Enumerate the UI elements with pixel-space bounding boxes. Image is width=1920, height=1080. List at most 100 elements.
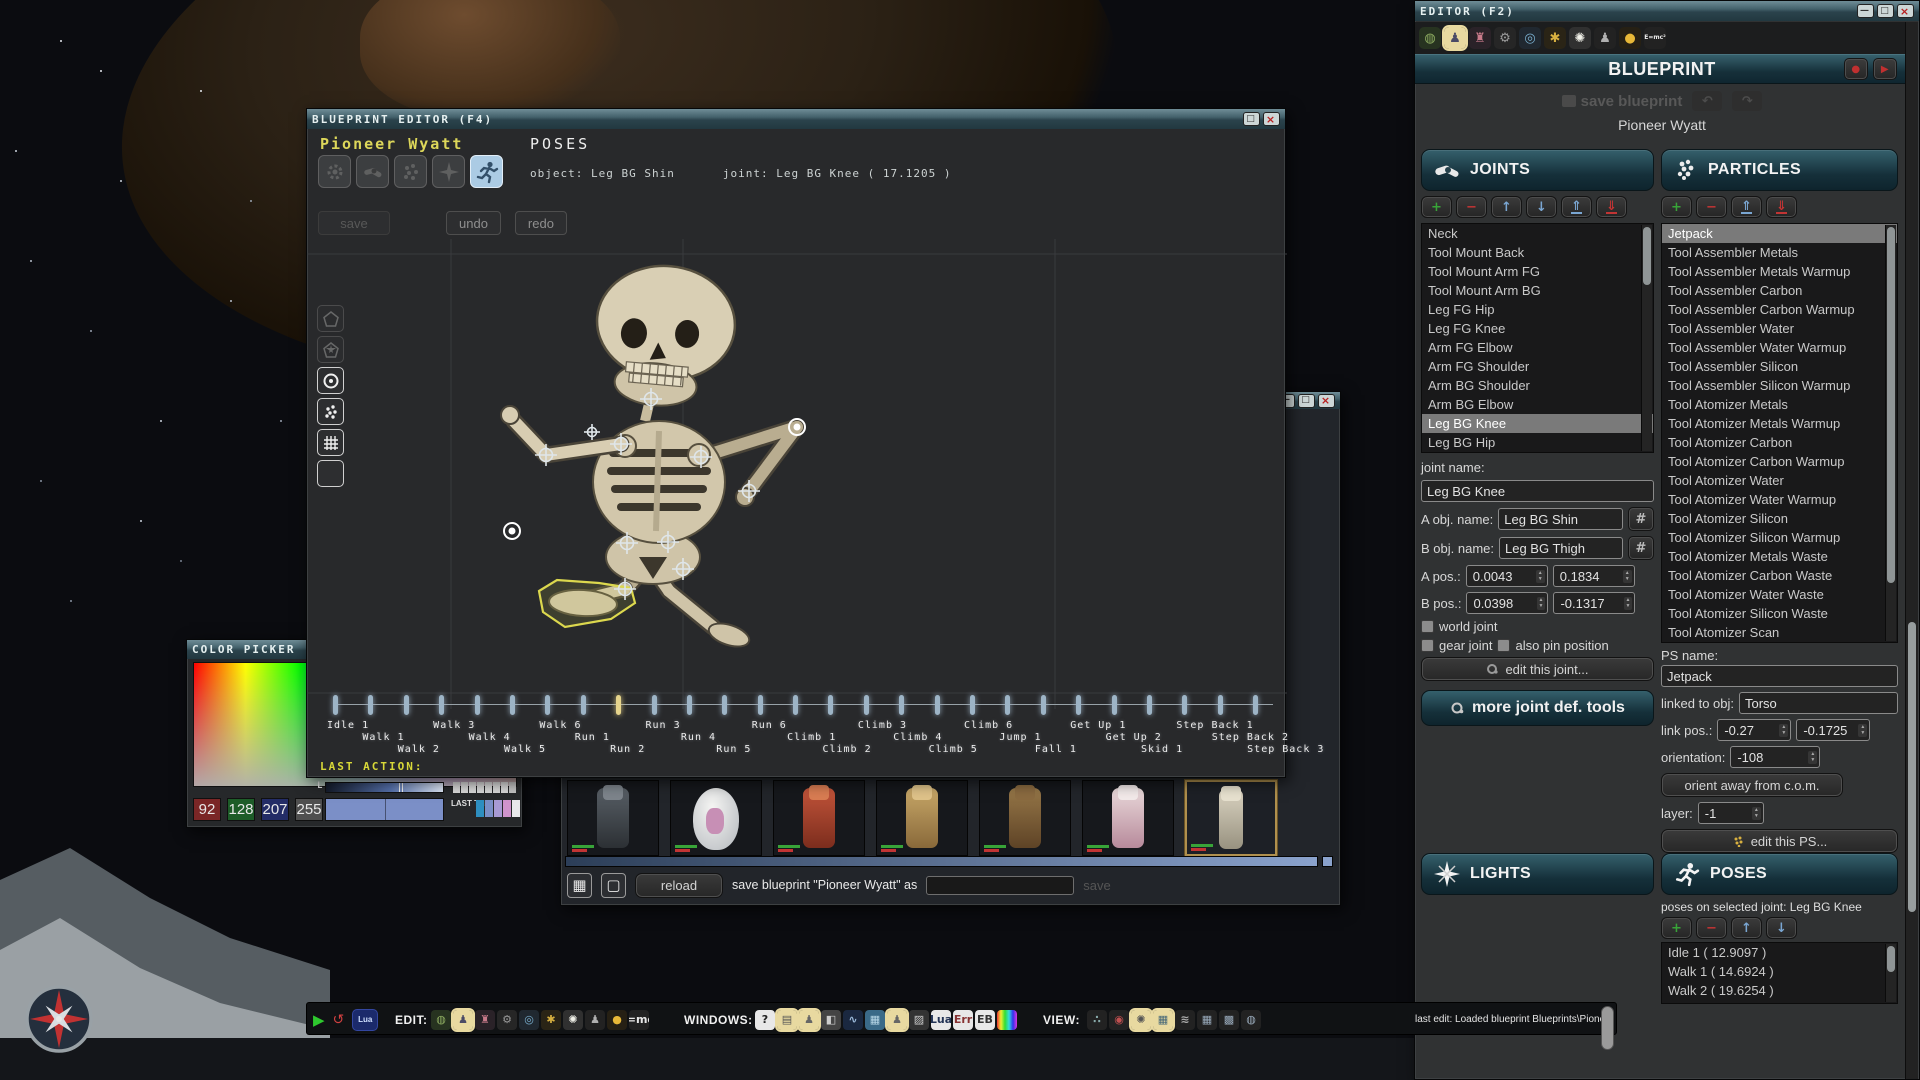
pose-tick[interactable]: Run 2 <box>616 695 651 771</box>
characters-window-icon[interactable]: ♟ <box>887 1010 907 1030</box>
pose-tick-mark[interactable] <box>935 695 940 715</box>
play-button[interactable]: ▶ <box>1873 58 1897 80</box>
pose-tick-mark[interactable] <box>1218 695 1223 715</box>
joints-section-header[interactable]: JOINTS <box>1421 149 1654 191</box>
ball-icon[interactable]: ● <box>607 1010 627 1030</box>
gear-icon[interactable]: ⚙ <box>497 1010 517 1030</box>
move-particle-bottom-button[interactable]: ⇓ <box>1776 200 1787 214</box>
pose-canvas[interactable] <box>307 239 1287 709</box>
wave-window-icon[interactable]: ∿ <box>843 1010 863 1030</box>
also-pin-checkbox[interactable] <box>1497 639 1510 652</box>
pose-tick-mark[interactable] <box>722 695 727 715</box>
radial-view-icon[interactable]: ◍ <box>1241 1010 1261 1030</box>
terrain-view-icon[interactable]: ▦ <box>1153 1010 1173 1030</box>
thumbnail-skeleton[interactable] <box>1185 780 1277 856</box>
particle-list-item[interactable]: Tool Assembler Water <box>1662 319 1897 338</box>
particle-list-item[interactable]: Jetpack <box>1662 224 1897 243</box>
luminance-slider-handle[interactable] <box>399 783 403 792</box>
robots-icon[interactable]: ♟ <box>1594 27 1616 49</box>
pose-tick-mark[interactable] <box>368 695 373 715</box>
save-button[interactable]: save <box>318 211 390 235</box>
pose-tick-mark[interactable] <box>864 695 869 715</box>
pose-tick[interactable]: Skid 1 <box>1147 695 1182 771</box>
formula-icon[interactable]: E=mc² <box>629 1010 649 1030</box>
move-joint-top-button[interactable]: ⇑ <box>1571 200 1582 214</box>
redo-button[interactable]: ↷ <box>1732 91 1762 111</box>
preset-swatch[interactable] <box>477 782 484 793</box>
thumbnail-astronaut-egg[interactable] <box>670 780 762 856</box>
recent-color-swatch[interactable] <box>503 800 511 817</box>
map-window-icon[interactable]: ▦ <box>865 1010 885 1030</box>
pose-tick[interactable]: Step Back 3 <box>1253 695 1288 771</box>
preset-swatch[interactable] <box>461 782 468 793</box>
minimize-button[interactable]: — <box>1857 4 1874 18</box>
preset-swatch[interactable] <box>501 782 508 793</box>
joint-list-item[interactable]: Arm FG Elbow <box>1422 338 1653 357</box>
redo-button[interactable]: redo <box>515 211 567 235</box>
recent-color-swatch[interactable] <box>476 800 484 817</box>
pose-tick-mark[interactable] <box>1076 695 1081 715</box>
pose-list-item[interactable]: Walk 2 ( 19.6254 ) <box>1662 981 1897 1000</box>
a-pos-y-input[interactable]: 0.1834▲▼ <box>1553 565 1635 587</box>
pose-tick-mark[interactable] <box>758 695 763 715</box>
eb-window-icon[interactable]: EB <box>975 1010 995 1030</box>
pose-tick-mark[interactable] <box>1112 695 1117 715</box>
grid-view-button[interactable]: ▦ <box>567 873 592 898</box>
pose-tick[interactable]: Walk 5 <box>510 695 545 771</box>
poses-tab-button[interactable] <box>470 155 503 188</box>
orb-view-icon[interactable]: ◉ <box>1109 1010 1129 1030</box>
hand-view-icon[interactable]: ≋ <box>1175 1010 1195 1030</box>
restart-button[interactable]: ↺ <box>333 1011 345 1028</box>
lights-tab-button[interactable] <box>432 155 465 188</box>
pose-list-item[interactable]: Walk 1 ( 14.6924 ) <box>1662 962 1897 981</box>
pose-tick-mark[interactable] <box>333 695 338 715</box>
pose-tick-mark[interactable] <box>970 695 975 715</box>
particle-list-item[interactable]: Tool Atomizer Silicon Warmup <box>1662 528 1897 547</box>
taskbar-handle[interactable] <box>1601 1006 1614 1050</box>
edit-ps-button[interactable]: edit this PS... <box>1661 829 1898 853</box>
recent-color-swatch[interactable] <box>485 800 493 817</box>
particle-list-item[interactable]: Tool Atomizer Carbon Waste <box>1662 566 1897 585</box>
close-button[interactable]: × <box>1318 394 1335 408</box>
particle-list-item[interactable]: Tool Atomizer Silicon <box>1662 509 1897 528</box>
resources-icon[interactable]: ✱ <box>541 1010 561 1030</box>
color-channel-value[interactable]: 128 <box>227 798 255 821</box>
joint-list-item[interactable]: Leg FG Knee <box>1422 319 1653 338</box>
restore-button[interactable]: □ <box>1877 4 1894 18</box>
pose-tick[interactable]: Walk 4 <box>475 695 510 771</box>
particle-list-item[interactable]: Tool Assembler Silicon <box>1662 357 1897 376</box>
pose-tick-mark[interactable] <box>793 695 798 715</box>
thumbnail-pioneer-tan[interactable] <box>876 780 968 856</box>
b-obj-pick-button[interactable]: # <box>1628 536 1654 560</box>
linked-obj-input[interactable]: Torso <box>1739 692 1898 714</box>
joint-list-item[interactable]: Arm BG Shoulder <box>1422 376 1653 395</box>
vehicle-icon[interactable]: ♜ <box>1469 27 1491 49</box>
particle-list-item[interactable]: Tool Atomizer Silicon Waste <box>1662 604 1897 623</box>
densegrid-view-icon[interactable]: ▩ <box>1219 1010 1239 1030</box>
robots-icon[interactable]: ♟ <box>585 1010 605 1030</box>
joint-list-item[interactable]: Neck <box>1422 224 1653 243</box>
world-joint-checkbox[interactable] <box>1421 620 1434 633</box>
pose-tick-mark[interactable] <box>1147 695 1152 715</box>
joint-list-item[interactable]: Tool Mount Arm BG <box>1422 281 1653 300</box>
poses-section-header[interactable]: POSES <box>1661 853 1898 895</box>
panel-scrollbar[interactable] <box>1905 22 1918 1079</box>
particle-list-item[interactable]: Tool Assembler Metals Warmup <box>1662 262 1897 281</box>
preset-swatch[interactable] <box>509 782 516 793</box>
pose-tick[interactable]: Run 4 <box>687 695 722 771</box>
close-button[interactable]: × <box>1897 4 1914 18</box>
panel-window-icon[interactable]: ◧ <box>821 1010 841 1030</box>
particle-list-item[interactable]: Tool Assembler Carbon <box>1662 281 1897 300</box>
preset-swatch[interactable] <box>453 782 460 793</box>
joint-list-item[interactable]: Arm FG Shoulder <box>1422 357 1653 376</box>
layer-input[interactable]: -1▲▼ <box>1698 802 1764 824</box>
particle-list-item[interactable]: Tool Assembler Silicon Warmup <box>1662 376 1897 395</box>
particle-list-item[interactable]: Tool Assembler Carbon Warmup <box>1662 300 1897 319</box>
pose-tick-mark[interactable] <box>1253 695 1258 715</box>
pose-tick-mark[interactable] <box>404 695 409 715</box>
a-obj-pick-button[interactable]: # <box>1628 507 1654 531</box>
pose-tick-mark[interactable] <box>1041 695 1046 715</box>
pose-tick-mark[interactable] <box>581 695 586 715</box>
a-pos-x-input[interactable]: 0.0043▲▼ <box>1466 565 1548 587</box>
errors-window-icon[interactable]: Err <box>953 1010 973 1030</box>
